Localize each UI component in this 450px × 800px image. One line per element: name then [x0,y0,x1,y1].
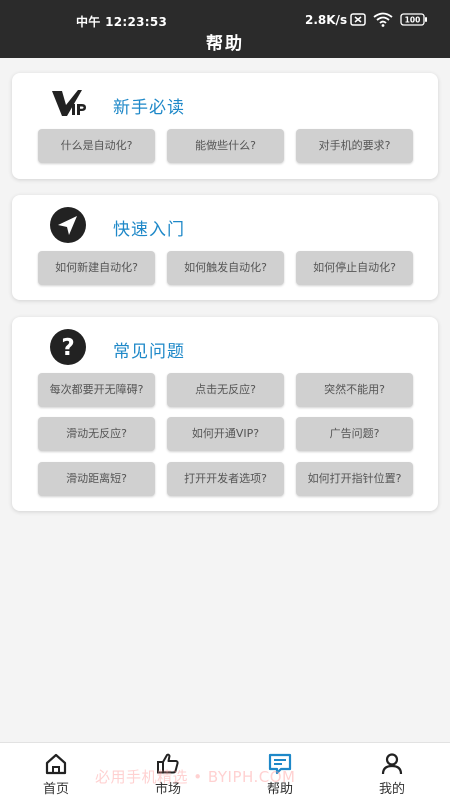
nav-label: 市场 [154,782,181,797]
help-item-create-automation[interactable]: 如何新建自动化? [38,251,155,285]
page-title: 帮助 [0,30,450,58]
status-time: 中午 12:23:53 [76,15,168,29]
status-bar: 中午 12:23:53 2.8K/s 100 [0,0,450,30]
sim-off-icon [350,13,366,29]
section-card-faq: ? 常见问题 每次都要开无障碍? 点击无反应? 突然不能用? 滑动无反应? 如何… [12,317,438,511]
help-item-suddenly-not-working[interactable]: 突然不能用? [296,373,413,407]
thumbs-up-icon [156,752,180,776]
nav-item-mine[interactable]: 我的 [336,743,448,800]
help-item-swipe-distance-short[interactable]: 滑动距离短? [38,462,155,496]
nav-label: 我的 [378,782,405,797]
help-item-phone-requirements[interactable]: 对手机的要求? [296,129,413,163]
section-card-beginner: 新手必读 什么是自动化? 能做些什么? 对手机的要求? [12,73,438,179]
help-item-accessibility-every-time[interactable]: 每次都要开无障碍? [38,373,155,407]
help-item-click-no-response[interactable]: 点击无反应? [167,373,284,407]
nav-item-home[interactable]: 首页 [0,743,112,800]
bottom-nav: 首页 市场 帮助 我的 [0,742,450,800]
section-card-quick-start: 快速入门 如何新建自动化? 如何触发自动化? 如何停止自动化? [12,195,438,300]
section-title: 快速入门 [113,220,185,240]
nav-item-market[interactable]: 市场 [112,743,224,800]
section-title: 新手必读 [113,98,185,118]
help-item-swipe-no-response[interactable]: 滑动无反应? [38,417,155,451]
help-item-trigger-automation[interactable]: 如何触发自动化? [167,251,284,285]
nav-item-help[interactable]: 帮助 [224,743,336,800]
network-speed: 2.8K/s [305,13,348,27]
section-title: 常见问题 [113,342,185,362]
person-icon [380,752,404,776]
home-icon [44,752,68,776]
help-item-developer-options[interactable]: 打开开发者选项? [167,462,284,496]
navigation-arrow-icon [49,206,87,244]
nav-label: 首页 [42,782,69,797]
question-icon: ? [49,328,87,366]
help-item-what-can-do[interactable]: 能做些什么? [167,129,284,163]
nav-label: 帮助 [266,782,293,797]
vip-icon [49,85,87,123]
battery-icon: 100 [400,13,428,29]
wifi-icon [373,12,393,30]
help-item-stop-automation[interactable]: 如何停止自动化? [296,251,413,285]
help-item-what-is-automation[interactable]: 什么是自动化? [38,129,155,163]
message-icon [268,752,292,776]
help-item-open-vip[interactable]: 如何开通VIP? [167,417,284,451]
battery-level: 100 [405,16,421,25]
help-item-ads[interactable]: 广告问题? [296,417,413,451]
help-item-pointer-location[interactable]: 如何打开指针位置? [296,462,413,496]
svg-text:?: ? [61,335,74,361]
